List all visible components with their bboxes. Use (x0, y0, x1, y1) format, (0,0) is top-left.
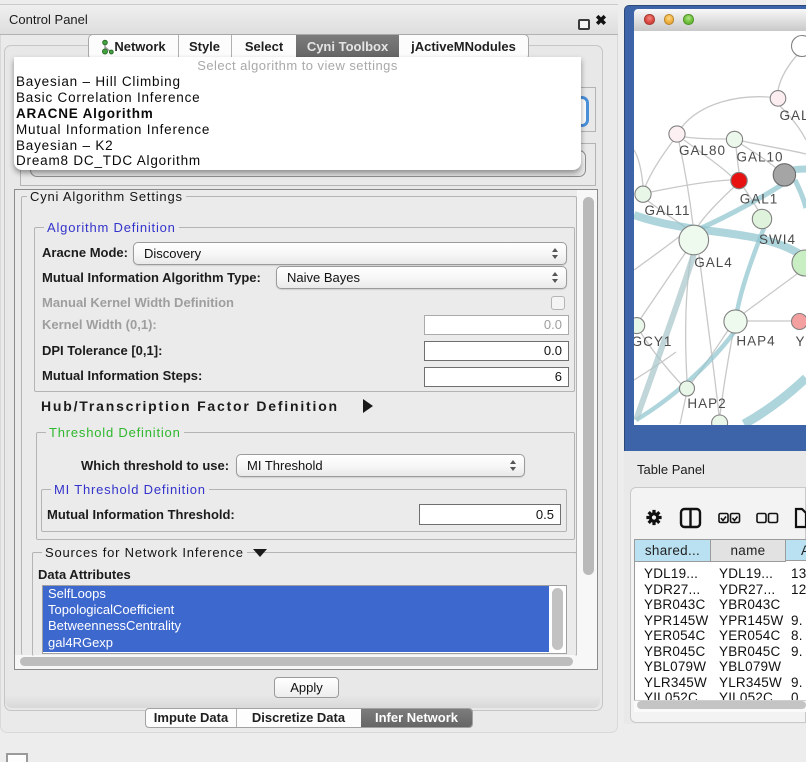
svg-text:GAL: GAL (780, 108, 806, 123)
svg-text:HAP2: HAP2 (687, 396, 726, 411)
svg-text:GAL4: GAL4 (694, 255, 733, 270)
svg-text:Y: Y (796, 334, 806, 349)
svg-text:GAL80: GAL80 (679, 143, 726, 158)
svg-text:GAL1: GAL1 (740, 191, 779, 206)
svg-text:GAL10: GAL10 (736, 150, 783, 165)
svg-text:GAL11: GAL11 (644, 203, 690, 218)
svg-text:SWI4: SWI4 (759, 232, 796, 247)
svg-text:GCY1: GCY1 (634, 334, 672, 349)
svg-text:HAP4: HAP4 (736, 333, 775, 348)
